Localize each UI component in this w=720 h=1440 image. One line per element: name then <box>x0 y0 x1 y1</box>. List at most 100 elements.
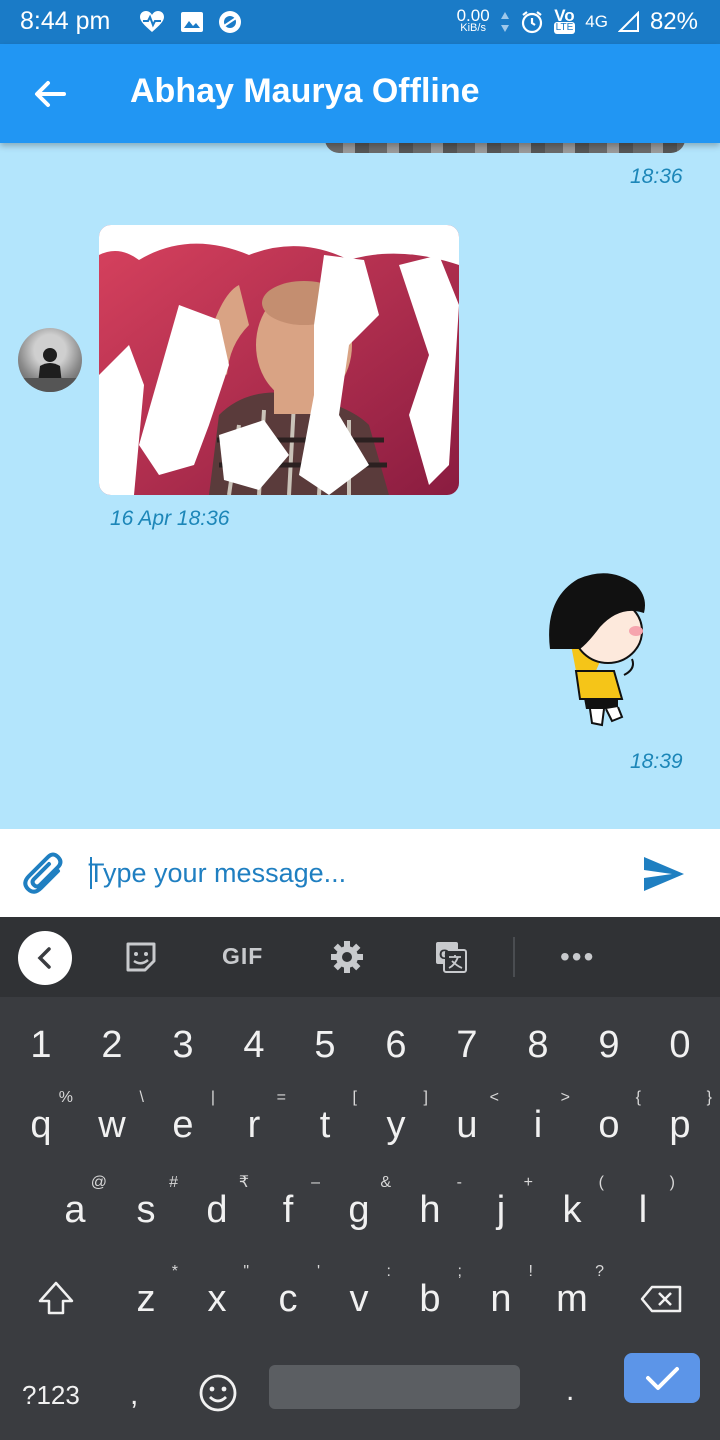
letter-row-1: q% w \ e | r = t[y] u < i > o{p} <box>0 1085 720 1165</box>
key-label: 7 <box>456 1024 478 1066</box>
key-2[interactable]: 2 <box>76 1005 148 1085</box>
key-hint: = <box>276 1089 286 1106</box>
translate-icon[interactable]: G <box>433 939 469 975</box>
key-q[interactable]: q% <box>5 1085 77 1165</box>
sticker-icon[interactable] <box>123 939 159 975</box>
key-d[interactable]: d ₹ <box>181 1170 253 1250</box>
key-h[interactable]: h- <box>394 1170 466 1250</box>
key-label: p <box>669 1104 691 1146</box>
key-6[interactable]: 6 <box>360 1005 432 1085</box>
key-m[interactable]: m? <box>536 1259 608 1339</box>
key-j[interactable]: j + <box>465 1170 537 1250</box>
key-x[interactable]: x " <box>181 1259 253 1339</box>
key-f[interactable]: f – <box>252 1170 324 1250</box>
symbols-key[interactable]: ?123 <box>22 1365 80 1425</box>
key-label: 5 <box>314 1024 336 1066</box>
key-a[interactable]: a @ <box>39 1170 111 1250</box>
key-label: e <box>172 1104 194 1146</box>
key-z[interactable]: z * <box>110 1259 182 1339</box>
done-key[interactable] <box>624 1353 700 1403</box>
key-n[interactable]: n! <box>465 1259 537 1339</box>
key-hint: { <box>635 1089 641 1106</box>
more-options-icon[interactable]: ••• <box>560 941 595 973</box>
key-r[interactable]: r = <box>218 1085 290 1165</box>
key-7[interactable]: 7 <box>431 1005 503 1085</box>
key-v[interactable]: v: <box>323 1259 395 1339</box>
period-key[interactable]: . <box>566 1361 574 1421</box>
key-u[interactable]: u < <box>431 1085 503 1165</box>
key-9[interactable]: 9 <box>573 1005 645 1085</box>
backspace-key[interactable] <box>620 1259 700 1339</box>
key-hint: ₹ <box>238 1174 249 1191</box>
avatar-person-icon <box>18 348 82 392</box>
keyboard-collapse-button[interactable] <box>18 931 72 985</box>
received-image-message[interactable] <box>99 225 459 495</box>
previous-image-message[interactable] <box>325 143 685 153</box>
key-label: m <box>556 1278 588 1320</box>
key-e[interactable]: e | <box>147 1085 219 1165</box>
key-g[interactable]: g & <box>323 1170 395 1250</box>
key-4[interactable]: 4 <box>218 1005 290 1085</box>
message-time: 18:39 <box>630 750 683 773</box>
key-8[interactable]: 8 <box>502 1005 574 1085</box>
key-0[interactable]: 0 <box>644 1005 716 1085</box>
key-label: x <box>207 1278 227 1320</box>
chevron-left-icon <box>37 947 51 969</box>
key-label: r <box>247 1104 261 1146</box>
key-label: 6 <box>385 1024 407 1066</box>
key-hint: < <box>489 1089 499 1106</box>
key-p[interactable]: p} <box>644 1085 716 1165</box>
key-1[interactable]: 1 <box>5 1005 77 1085</box>
comma-key[interactable]: , <box>130 1365 138 1425</box>
key-label: o <box>598 1104 620 1146</box>
key-hint: > <box>560 1089 570 1106</box>
key-hint: # <box>169 1174 178 1191</box>
message-time: 18:36 <box>630 165 683 188</box>
send-icon[interactable] <box>640 851 686 897</box>
signal-icon <box>617 11 639 32</box>
bottom-row: ?123 , . <box>0 1353 720 1437</box>
sticker-message[interactable] <box>540 571 655 731</box>
key-hint: " <box>243 1263 249 1280</box>
key-label: 9 <box>598 1024 620 1066</box>
key-label: 0 <box>669 1024 691 1066</box>
key-hint: \ <box>139 1089 144 1106</box>
key-label: g <box>348 1189 370 1231</box>
message-input[interactable] <box>88 851 608 895</box>
key-label: j <box>496 1189 506 1231</box>
key-hint: @ <box>90 1174 107 1191</box>
key-label: t <box>319 1104 331 1146</box>
key-t[interactable]: t[ <box>289 1085 361 1165</box>
gear-icon[interactable] <box>329 939 365 975</box>
key-l[interactable]: l) <box>607 1170 679 1250</box>
key-c[interactable]: c ' <box>252 1259 324 1339</box>
key-5[interactable]: 5 <box>289 1005 361 1085</box>
avatar[interactable] <box>18 328 82 392</box>
keyboard: 1234567890 q% w \ e | r = t[y] u < i > o{p} a @ s # d ₹ f –… <box>0 997 720 1440</box>
key-o[interactable]: o{ <box>573 1085 645 1165</box>
key-hint: * <box>171 1263 178 1280</box>
key-hint: | <box>210 1089 215 1106</box>
key-hint: - <box>456 1174 462 1191</box>
key-label: s <box>136 1189 156 1231</box>
shift-key[interactable] <box>16 1259 96 1339</box>
shift-icon <box>38 1281 74 1315</box>
key-y[interactable]: y] <box>360 1085 432 1165</box>
chat-list[interactable]: 18:36 16 Apr 18:36 18:39 <box>0 143 720 829</box>
key-i[interactable]: i > <box>502 1085 574 1165</box>
keyboard-toolbar: GIF G ••• <box>0 917 720 997</box>
key-b[interactable]: b; <box>394 1259 466 1339</box>
key-label: u <box>456 1104 478 1146</box>
space-bar[interactable] <box>269 1365 520 1409</box>
key-label: d <box>206 1189 228 1231</box>
network-speed: 0.00 KiB/s <box>456 6 490 34</box>
gif-button[interactable]: GIF <box>222 943 263 970</box>
emoji-icon[interactable] <box>196 1371 240 1415</box>
key-w[interactable]: w \ <box>76 1085 148 1165</box>
key-hint: [ <box>352 1089 357 1106</box>
attach-clip-icon[interactable] <box>22 851 68 897</box>
back-arrow-icon[interactable] <box>30 74 70 114</box>
key-3[interactable]: 3 <box>147 1005 219 1085</box>
key-k[interactable]: k( <box>536 1170 608 1250</box>
key-s[interactable]: s # <box>110 1170 182 1250</box>
